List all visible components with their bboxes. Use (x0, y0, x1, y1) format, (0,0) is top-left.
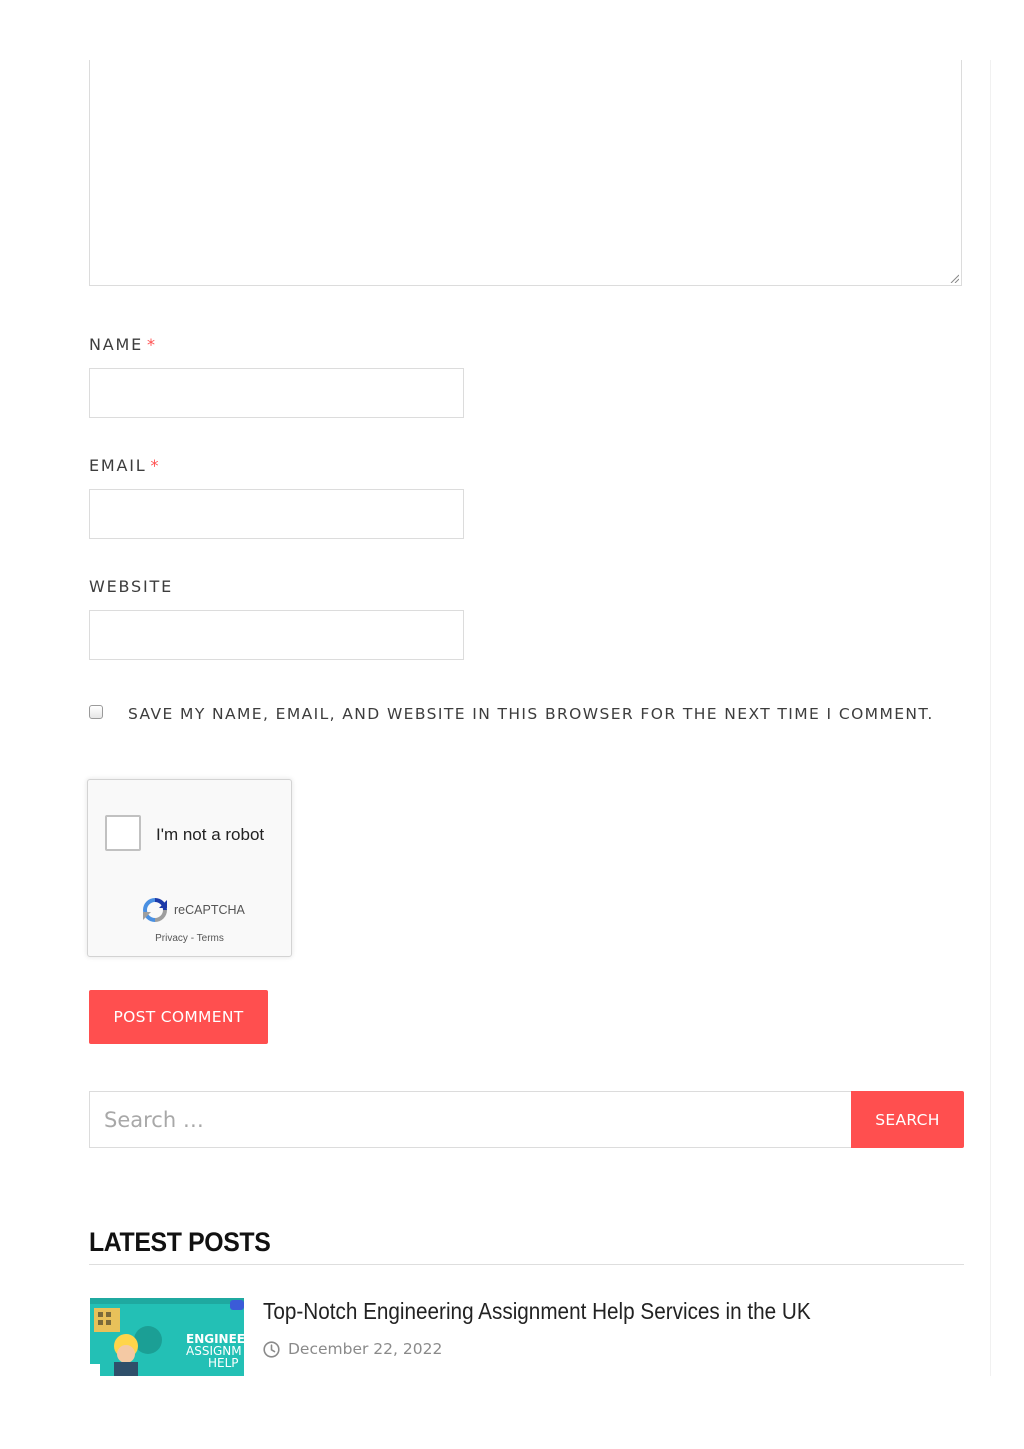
page-edge-divider (990, 60, 991, 1376)
comment-textarea[interactable] (89, 60, 962, 286)
email-label: EMAIL * (89, 456, 160, 475)
post-meta: December 22, 2022 (263, 1340, 442, 1358)
recaptcha-links: Privacy - Terms (88, 933, 291, 944)
name-label: NAME * (89, 335, 157, 354)
recaptcha-checkbox[interactable] (105, 815, 141, 851)
latest-posts-heading: LATEST POSTS (89, 1227, 271, 1257)
search-button[interactable]: SEARCH (851, 1091, 964, 1148)
name-label-text: NAME (89, 335, 144, 354)
post-title-link[interactable]: Top-Notch Engineering Assignment Help Se… (263, 1298, 811, 1325)
website-label-text: WEBSITE (89, 577, 173, 596)
recaptcha-terms-link[interactable]: Terms (197, 933, 224, 944)
required-mark: * (150, 456, 161, 475)
website-label: WEBSITE (89, 577, 173, 596)
save-info-label[interactable]: SAVE MY NAME, EMAIL, AND WEBSITE IN THIS… (128, 705, 934, 723)
search-input[interactable]: Search … (89, 1091, 852, 1148)
recaptcha-brand: reCAPTCHA (174, 903, 245, 917)
recaptcha-widget: I'm not a robot reCAPTCHA Privacy - Term… (87, 779, 292, 957)
post-thumbnail[interactable]: ENGINEER ASSIGNM HELP (90, 1298, 244, 1376)
website-input[interactable] (89, 610, 464, 660)
email-input[interactable] (89, 489, 464, 539)
required-mark: * (147, 335, 157, 354)
post-comment-button[interactable]: POST COMMENT (89, 990, 268, 1044)
recaptcha-link-separator: - (190, 933, 195, 944)
post-thumbnail-illustration: ENGINEER ASSIGNM HELP (90, 1298, 244, 1376)
post-date: December 22, 2022 (288, 1340, 443, 1358)
resize-handle-icon[interactable] (949, 273, 959, 283)
thumb-text-line-3: HELP (208, 1356, 239, 1370)
name-input[interactable] (89, 368, 464, 418)
search-placeholder: Search … (104, 1108, 204, 1132)
save-info-checkbox[interactable] (89, 705, 103, 719)
email-label-text: EMAIL (89, 456, 147, 475)
recaptcha-label: I'm not a robot (156, 825, 265, 844)
latest-posts-divider (89, 1264, 964, 1265)
clock-icon (263, 1340, 280, 1358)
recaptcha-logo-icon (143, 898, 167, 922)
recaptcha-privacy-link[interactable]: Privacy (155, 933, 188, 944)
